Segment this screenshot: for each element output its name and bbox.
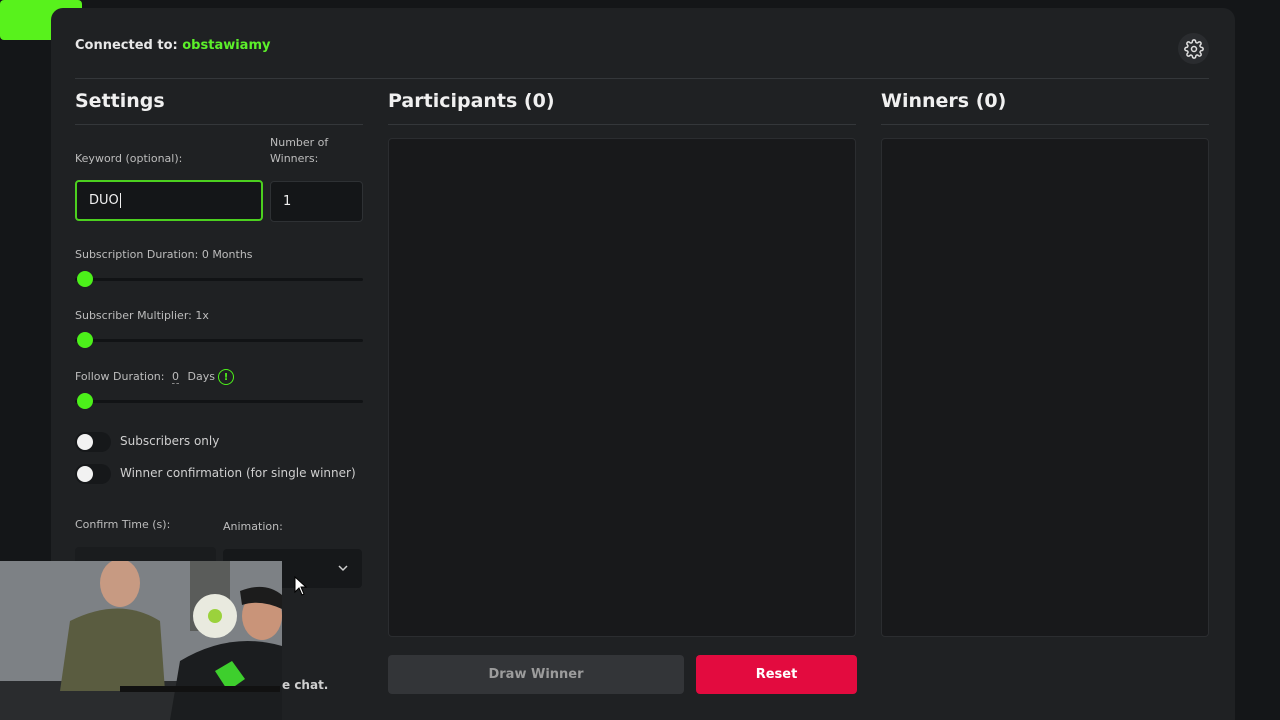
winner-confirmation-label: Winner confirmation (for single winner) [120,466,356,480]
text-caret [119,193,121,208]
settings-divider [75,124,363,125]
winners-count-label: Number of Winners: [270,135,328,167]
chevron-down-icon [338,565,348,572]
toggle-knob [77,466,93,482]
mouse-cursor [294,576,308,596]
subscribers-only-label: Subscribers only [120,434,220,448]
follow-duration-slider[interactable] [75,400,363,403]
chat-note: e chat. [282,678,329,692]
winners-list[interactable] [881,138,1209,637]
follow-duration-label: Follow Duration: 0 Days [75,369,215,385]
draw-winner-button[interactable]: Draw Winner [388,655,684,694]
info-icon[interactable]: ! [218,369,234,385]
subscriber-multiplier-slider[interactable] [75,339,363,342]
webcam-image [0,561,282,720]
winners-divider [881,124,1209,125]
winners-title: Winners (0) [881,90,1007,112]
reset-button[interactable]: Reset [696,655,857,694]
winner-confirmation-toggle[interactable] [75,464,111,484]
winners-label-line1: Number of [270,136,329,149]
follow-duration-text: Follow Duration: [75,370,165,383]
gear-icon [1183,38,1204,59]
subscriber-multiplier-label: Subscriber Multiplier: 1x [75,309,209,322]
follow-duration-value[interactable]: 0 [171,370,179,384]
connection-status: Connected to: obstawiamy [75,38,270,53]
keyword-label: Keyword (optional): [75,152,183,165]
header-divider [75,78,1209,79]
participants-list[interactable] [388,138,856,637]
keyword-input[interactable]: DUO [75,180,263,221]
winners-count-value: 1 [283,194,292,209]
subscription-duration-label: Subscription Duration: 0 Months [75,248,253,261]
participants-divider [388,124,856,125]
follow-duration-handle[interactable] [77,393,93,409]
follow-duration-unit: Days [187,370,215,383]
subscriber-multiplier-handle[interactable] [77,332,93,348]
webcam-overlay [0,561,282,720]
participants-title: Participants (0) [388,90,555,112]
settings-button[interactable] [1178,33,1209,64]
toggle-knob [77,434,93,450]
winners-count-input[interactable]: 1 [270,181,363,222]
subscription-duration-handle[interactable] [77,271,93,287]
animation-label: Animation: [223,520,283,533]
confirm-time-label: Confirm Time (s): [75,518,171,531]
channel-name: obstawiamy [182,38,271,53]
subscription-duration-slider[interactable] [75,278,363,281]
connected-label: Connected to: [75,38,178,53]
settings-title: Settings [75,90,165,112]
subscribers-only-toggle[interactable] [75,432,111,452]
winners-label-line2: Winners: [270,152,319,165]
keyword-input-value: DUO [89,193,119,208]
